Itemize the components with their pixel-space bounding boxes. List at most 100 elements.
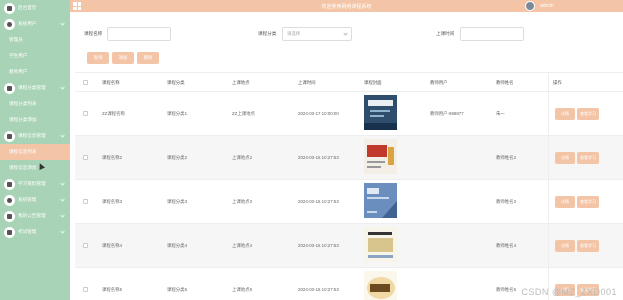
sidebar-item-system-users[interactable]: 系统用户 [0, 16, 70, 32]
search-button[interactable]: 查询 [87, 52, 109, 64]
cell-category: 课程分类5 [167, 287, 188, 292]
sidebar-item-notice-management[interactable]: 我的公告管理 [0, 208, 70, 224]
col-time: 上课时间 [298, 80, 316, 85]
view-study-button[interactable]: 查看学习 [577, 152, 599, 164]
col-category: 课程分类 [167, 80, 185, 85]
chevron-down-icon [60, 197, 65, 202]
row-checkbox[interactable] [83, 111, 88, 116]
category-label: 课程分类 [258, 31, 277, 36]
settings-icon [4, 194, 15, 206]
sidebar-item-admin[interactable]: 管理员 [0, 32, 70, 48]
add-button[interactable]: 添加 [112, 52, 134, 64]
view-study-button[interactable]: 查看学习 [577, 196, 599, 208]
chevron-down-icon [343, 31, 348, 36]
sidebar-item-student-users[interactable]: 学生用户 [0, 48, 70, 64]
course-cover-image [364, 95, 397, 130]
cell-place: 上课地点3 [232, 199, 253, 204]
cell-category: 课程分类1 [167, 111, 188, 116]
sidebar: 后台首页 系统用户 管理员 学生用户 教师用户 课程分类管理 课程分类列表 课程… [0, 0, 70, 300]
top-header: 欢迎使用网络课程系统 admin [70, 0, 623, 12]
cell-time: 2024-03-17 10:00:00 [298, 111, 339, 116]
row-checkbox[interactable] [83, 155, 88, 160]
row-checkbox[interactable] [83, 287, 88, 292]
cell-time: 2024-03-16 10:27:53 [298, 199, 339, 204]
col-teacher-user: 教师用户 [430, 80, 448, 85]
sidebar-item-category-add[interactable]: 课程分类添加 [0, 112, 70, 128]
chevron-down-icon [60, 133, 65, 138]
username[interactable]: admin [540, 3, 554, 9]
col-actions: 操作 [553, 80, 562, 85]
cell-course-name: ZZ课程名称 [102, 111, 125, 116]
sidebar-item-materials-management[interactable]: 学习资料管理 [0, 176, 70, 192]
table-header: 课程名称 课程分类 上课地点 上课时间 课程封面 教师用户 教师姓名 操作 [75, 72, 623, 92]
detail-button[interactable]: 详情 [555, 196, 575, 208]
cell-place: 上课地点5 [232, 287, 253, 292]
cell-teacher-name: 教师姓名4 [496, 243, 517, 248]
chevron-down-icon [60, 21, 65, 26]
exam-icon [4, 226, 15, 238]
row-checkbox[interactable] [83, 243, 88, 248]
sidebar-item-course-add[interactable]: 课程信息添加 [0, 160, 70, 176]
col-cover: 课程封面 [364, 80, 382, 85]
course-table: 课程名称 课程分类 上课地点 上课时间 课程封面 教师用户 教师姓名 操作 ZZ… [75, 72, 623, 300]
cell-teacher-name: 教师姓名5 [496, 287, 517, 292]
cell-time: 2024-03-16 10:27:53 [298, 287, 339, 292]
cell-place: 上课地点2 [232, 155, 253, 160]
sidebar-item-home[interactable]: 后台首页 [0, 0, 70, 16]
col-teacher-name: 教师姓名 [496, 80, 514, 85]
chevron-down-icon [60, 85, 65, 90]
col-course-name: 课程名称 [102, 80, 120, 85]
search-panel: 课程名称 课程分类 请选择 上课时间 查询 添加 删除 [70, 12, 623, 72]
cell-place: ZZ上课地点 [232, 111, 255, 116]
cell-teacher-user: 教师用户-998877 [430, 111, 464, 116]
time-input[interactable] [460, 27, 524, 41]
cell-course-name: 课程名称3 [102, 199, 123, 204]
detail-button[interactable]: 详情 [555, 152, 575, 164]
sidebar-item-course-management[interactable]: 课程信息管理 [0, 128, 70, 144]
category-select[interactable]: 请选择 [282, 27, 352, 41]
course-name-label: 课程名称 [84, 31, 103, 36]
row-checkbox[interactable] [83, 199, 88, 204]
document-icon [4, 130, 15, 142]
home-icon [4, 2, 15, 14]
detail-button[interactable]: 详情 [555, 240, 575, 252]
delete-button[interactable]: 删除 [137, 52, 159, 64]
table-row: ZZ课程名称 课程分类1 ZZ上课地点 2024-03-17 10:00:00 … [75, 92, 623, 136]
sidebar-item-course-list[interactable]: 课程信息列表 [0, 144, 70, 160]
course-cover-image [364, 271, 397, 300]
time-label: 上课时间 [436, 31, 455, 36]
cell-category: 课程分类2 [167, 155, 188, 160]
col-place: 上课地点 [232, 80, 250, 85]
table-row: 课程名称4 课程分类4 上课地点4 2024-03-16 10:27:53 教师… [75, 224, 623, 268]
category-icon [4, 82, 15, 94]
cell-place: 上课地点4 [232, 243, 253, 248]
cell-category: 课程分类3 [167, 199, 188, 204]
course-cover-image [364, 183, 397, 218]
sidebar-item-category-management[interactable]: 课程分类管理 [0, 80, 70, 96]
watermark: CSDN @MZ_ZXD001 [521, 287, 617, 297]
cell-teacher-name: 教师姓名2 [496, 155, 517, 160]
detail-button[interactable]: 详情 [555, 108, 575, 120]
sidebar-item-teacher-users[interactable]: 教师用户 [0, 64, 70, 80]
table-row: 课程名称2 课程分类2 上课地点2 2024-03-16 10:27:53 教师… [75, 136, 623, 180]
view-study-button[interactable]: 查看学习 [577, 240, 599, 252]
chevron-down-icon [60, 213, 65, 218]
course-cover-image [364, 227, 397, 262]
cell-course-name: 课程名称2 [102, 155, 123, 160]
cell-category: 课程分类4 [167, 243, 188, 248]
sidebar-item-system-management[interactable]: 系统管理 [0, 192, 70, 208]
cell-course-name: 课程名称5 [102, 287, 123, 292]
chevron-down-icon [60, 229, 65, 234]
select-all-checkbox[interactable] [83, 80, 88, 85]
cell-teacher-name: 朱一 [496, 111, 505, 116]
folder-icon [4, 178, 15, 190]
avatar[interactable] [525, 1, 535, 11]
notice-icon [4, 210, 15, 222]
course-name-input[interactable] [107, 27, 171, 41]
sidebar-item-category-list[interactable]: 课程分类列表 [0, 96, 70, 112]
sidebar-item-exam-management[interactable]: 考试管理 [0, 224, 70, 240]
view-study-button[interactable]: 查看学习 [577, 108, 599, 120]
cell-teacher-name: 教师姓名3 [496, 199, 517, 204]
cell-time: 2024-03-16 10:27:53 [298, 155, 339, 160]
user-icon [4, 18, 15, 30]
